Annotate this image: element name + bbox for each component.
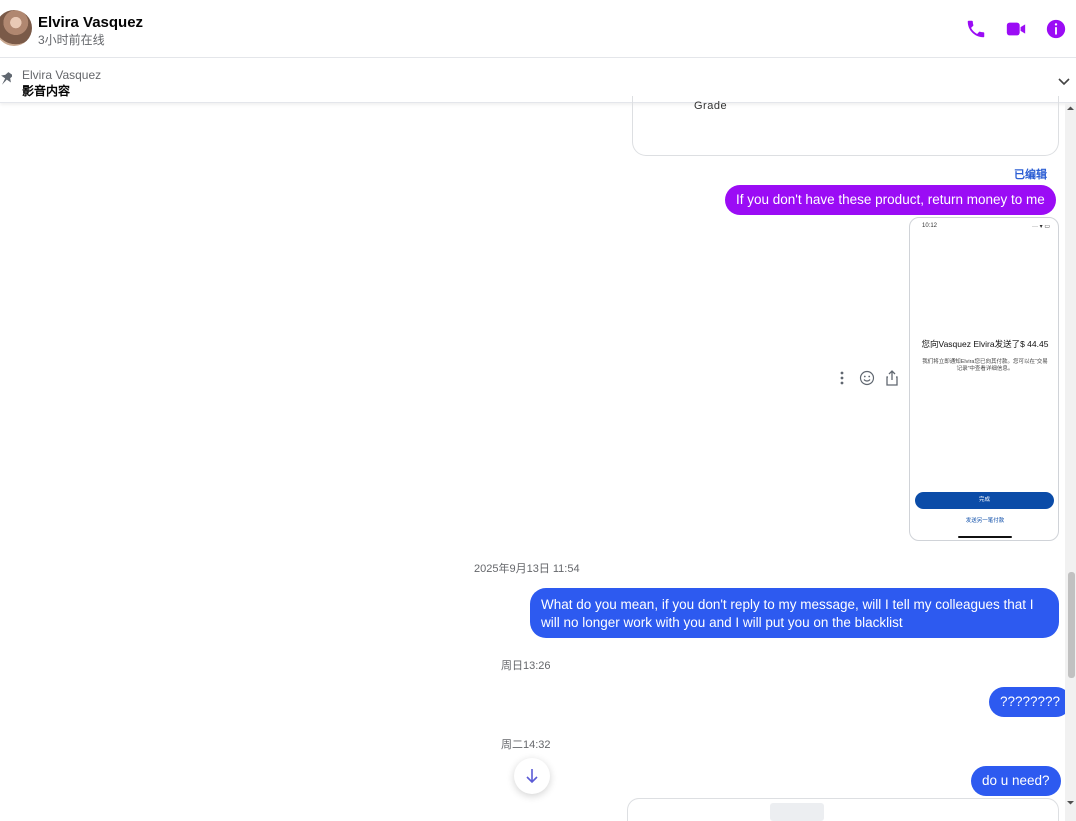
scrollbar-thumb[interactable] xyxy=(1068,572,1075,678)
chat-header: Elvira Vasquez 3小时前在线 xyxy=(0,0,1076,58)
video-call-icon[interactable] xyxy=(1005,18,1027,40)
react-emoji-icon[interactable] xyxy=(859,370,875,386)
scroll-up-arrow-icon[interactable] xyxy=(1066,104,1075,113)
timestamp: 周日13:26 xyxy=(501,660,551,672)
card-grade-text: Grade xyxy=(694,100,728,112)
screenshot-done-button: 完成 xyxy=(915,492,1054,509)
scroll-to-bottom-button[interactable] xyxy=(514,758,550,794)
screenshot-time: 10:12 xyxy=(922,223,938,229)
screenshot-description: 我们将立即通知Elvira您已向其付款。您可以在“交易记录”中查看详细信息。 xyxy=(922,359,1048,372)
screenshot-link: 发送另一笔付款 xyxy=(965,518,1005,524)
contact-name[interactable]: Elvira Vasquez xyxy=(38,14,143,31)
avatar[interactable] xyxy=(0,10,32,46)
contact-status: 3小时前在线 xyxy=(38,33,105,47)
scroll-down-arrow-icon[interactable] xyxy=(1066,798,1075,807)
more-options-icon[interactable] xyxy=(834,370,850,386)
message-bubble-outgoing[interactable]: If you don't have these product, return … xyxy=(725,185,1056,215)
message-bubble-outgoing[interactable]: ???????? xyxy=(989,687,1072,717)
timestamp: 周二14:32 xyxy=(501,739,551,751)
edited-label: 已编辑 xyxy=(1014,169,1047,181)
phone-icon[interactable] xyxy=(965,18,987,40)
message-bubble-outgoing[interactable]: do u need? xyxy=(971,766,1061,796)
share-icon[interactable] xyxy=(884,370,900,386)
screenshot-title: 您向Vasquez Elvira发送了$ 44.45 xyxy=(921,339,1049,349)
pinned-author: Elvira Vasquez xyxy=(22,68,102,82)
scrollbar-track[interactable] xyxy=(1065,103,1076,821)
shared-card[interactable] xyxy=(627,798,1059,821)
card-thumbnail xyxy=(770,803,824,821)
pinned-text: 影音内容 xyxy=(22,84,71,98)
screenshot-home-indicator xyxy=(958,536,1012,538)
image-attachment[interactable]: 10:12 ··· ▾ ▭ 您向Vasquez Elvira发送了$ 44.45… xyxy=(909,217,1059,541)
screenshot-status-icons: ··· ▾ ▭ xyxy=(1031,224,1050,230)
message-bubble-outgoing[interactable]: What do you mean, if you don't reply to … xyxy=(530,588,1059,638)
arrow-down-icon xyxy=(526,769,538,784)
pin-icon xyxy=(1,72,12,85)
timestamp: 2025年9月13日 11:54 xyxy=(474,563,580,575)
chevron-down-icon[interactable] xyxy=(1057,74,1071,88)
info-icon[interactable] xyxy=(1045,18,1067,40)
